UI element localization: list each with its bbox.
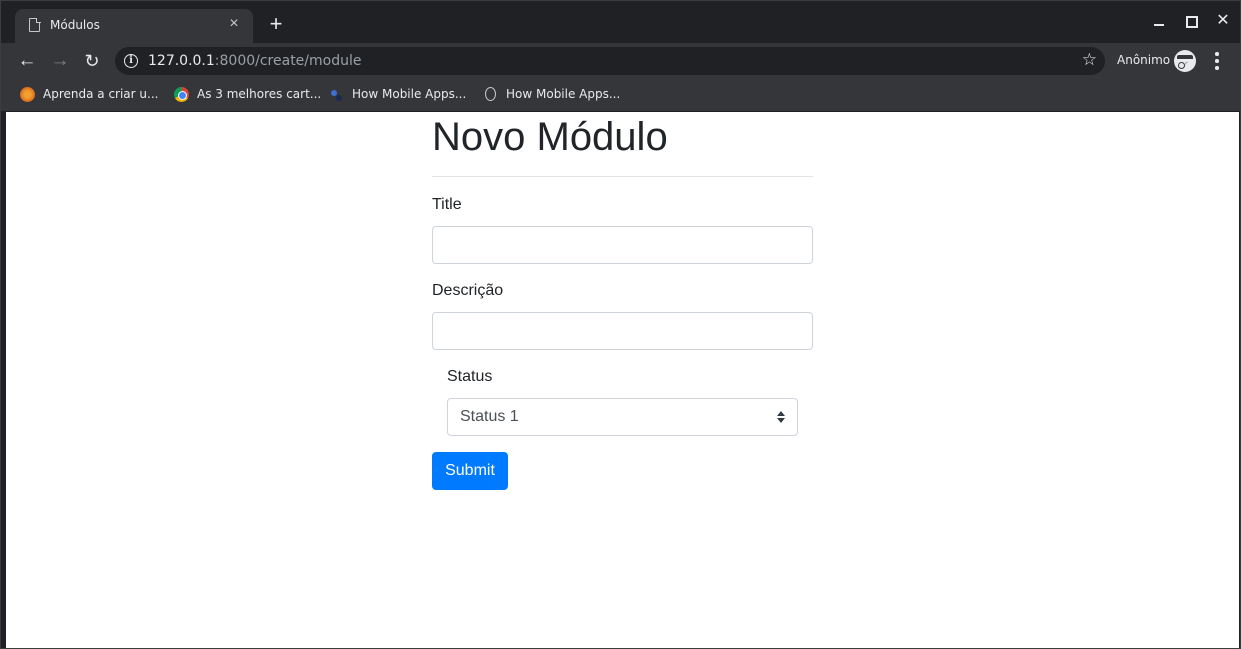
close-icon[interactable]: × <box>225 15 243 33</box>
minimize-button[interactable] <box>1149 11 1169 31</box>
page-icon <box>485 87 496 101</box>
dark-site-favicon-icon <box>329 87 344 102</box>
window-close-button[interactable]: ✕ <box>1213 11 1233 31</box>
title-input[interactable] <box>432 226 813 264</box>
select-caret-icon <box>777 410 785 424</box>
new-tab-button[interactable]: + <box>265 13 287 35</box>
bookmark-label: Aprenda a criar u... <box>43 87 159 101</box>
bookmark-label: As 3 melhores cart... <box>197 87 322 101</box>
status-selected-value: Status 1 <box>460 408 519 425</box>
maximize-button[interactable] <box>1181 11 1201 31</box>
status-label: Status <box>447 368 493 385</box>
page-title: Novo Módulo <box>432 115 668 159</box>
tab-strip: Módulos × + ✕ <box>1 1 1240 43</box>
submit-button[interactable]: Submit <box>432 452 508 490</box>
chrome-favicon-icon <box>174 87 189 102</box>
url-path: :8000/create/module <box>214 53 362 69</box>
back-button[interactable]: ← <box>15 49 39 73</box>
bookmark-star-icon[interactable]: ☆ <box>1082 50 1097 70</box>
url-text[interactable]: 127.0.0.1:8000/create/module <box>148 53 361 69</box>
bookmarks-bar: Aprenda a criar u... As 3 melhores cart.… <box>1 79 1240 111</box>
incognito-icon[interactable] <box>1174 50 1196 72</box>
description-input[interactable] <box>432 312 813 350</box>
browser-window: Módulos × + ✕ ← → ↻ i 127.0.0.1:8000/cre… <box>0 0 1241 649</box>
reload-button[interactable]: ↻ <box>80 49 104 73</box>
url-host: 127.0.0.1 <box>148 53 215 69</box>
description-label: Descrição <box>432 282 504 299</box>
browser-toolbar: ← → ↻ i 127.0.0.1:8000/create/module ☆ A… <box>1 43 1240 79</box>
title-label: Title <box>432 196 462 213</box>
tab-modulos[interactable]: Módulos × <box>15 9 253 43</box>
bookmark-label: How Mobile Apps... <box>352 87 467 101</box>
forward-button[interactable]: → <box>48 49 72 73</box>
profile-label[interactable]: Anônimo <box>1117 53 1170 67</box>
address-bar[interactable]: i 127.0.0.1:8000/create/module ☆ <box>115 47 1105 75</box>
page-icon <box>29 17 41 32</box>
orange-site-favicon-icon <box>20 87 35 102</box>
info-icon[interactable]: i <box>124 54 138 68</box>
divider <box>432 176 813 177</box>
bookmark-label: How Mobile Apps... <box>506 87 621 101</box>
tab-title: Módulos <box>50 18 100 32</box>
page-viewport: Novo Módulo Title Descrição Status Statu… <box>6 112 1239 648</box>
status-select[interactable]: Status 1 <box>447 398 798 436</box>
menu-dots-icon[interactable] <box>1210 52 1224 70</box>
